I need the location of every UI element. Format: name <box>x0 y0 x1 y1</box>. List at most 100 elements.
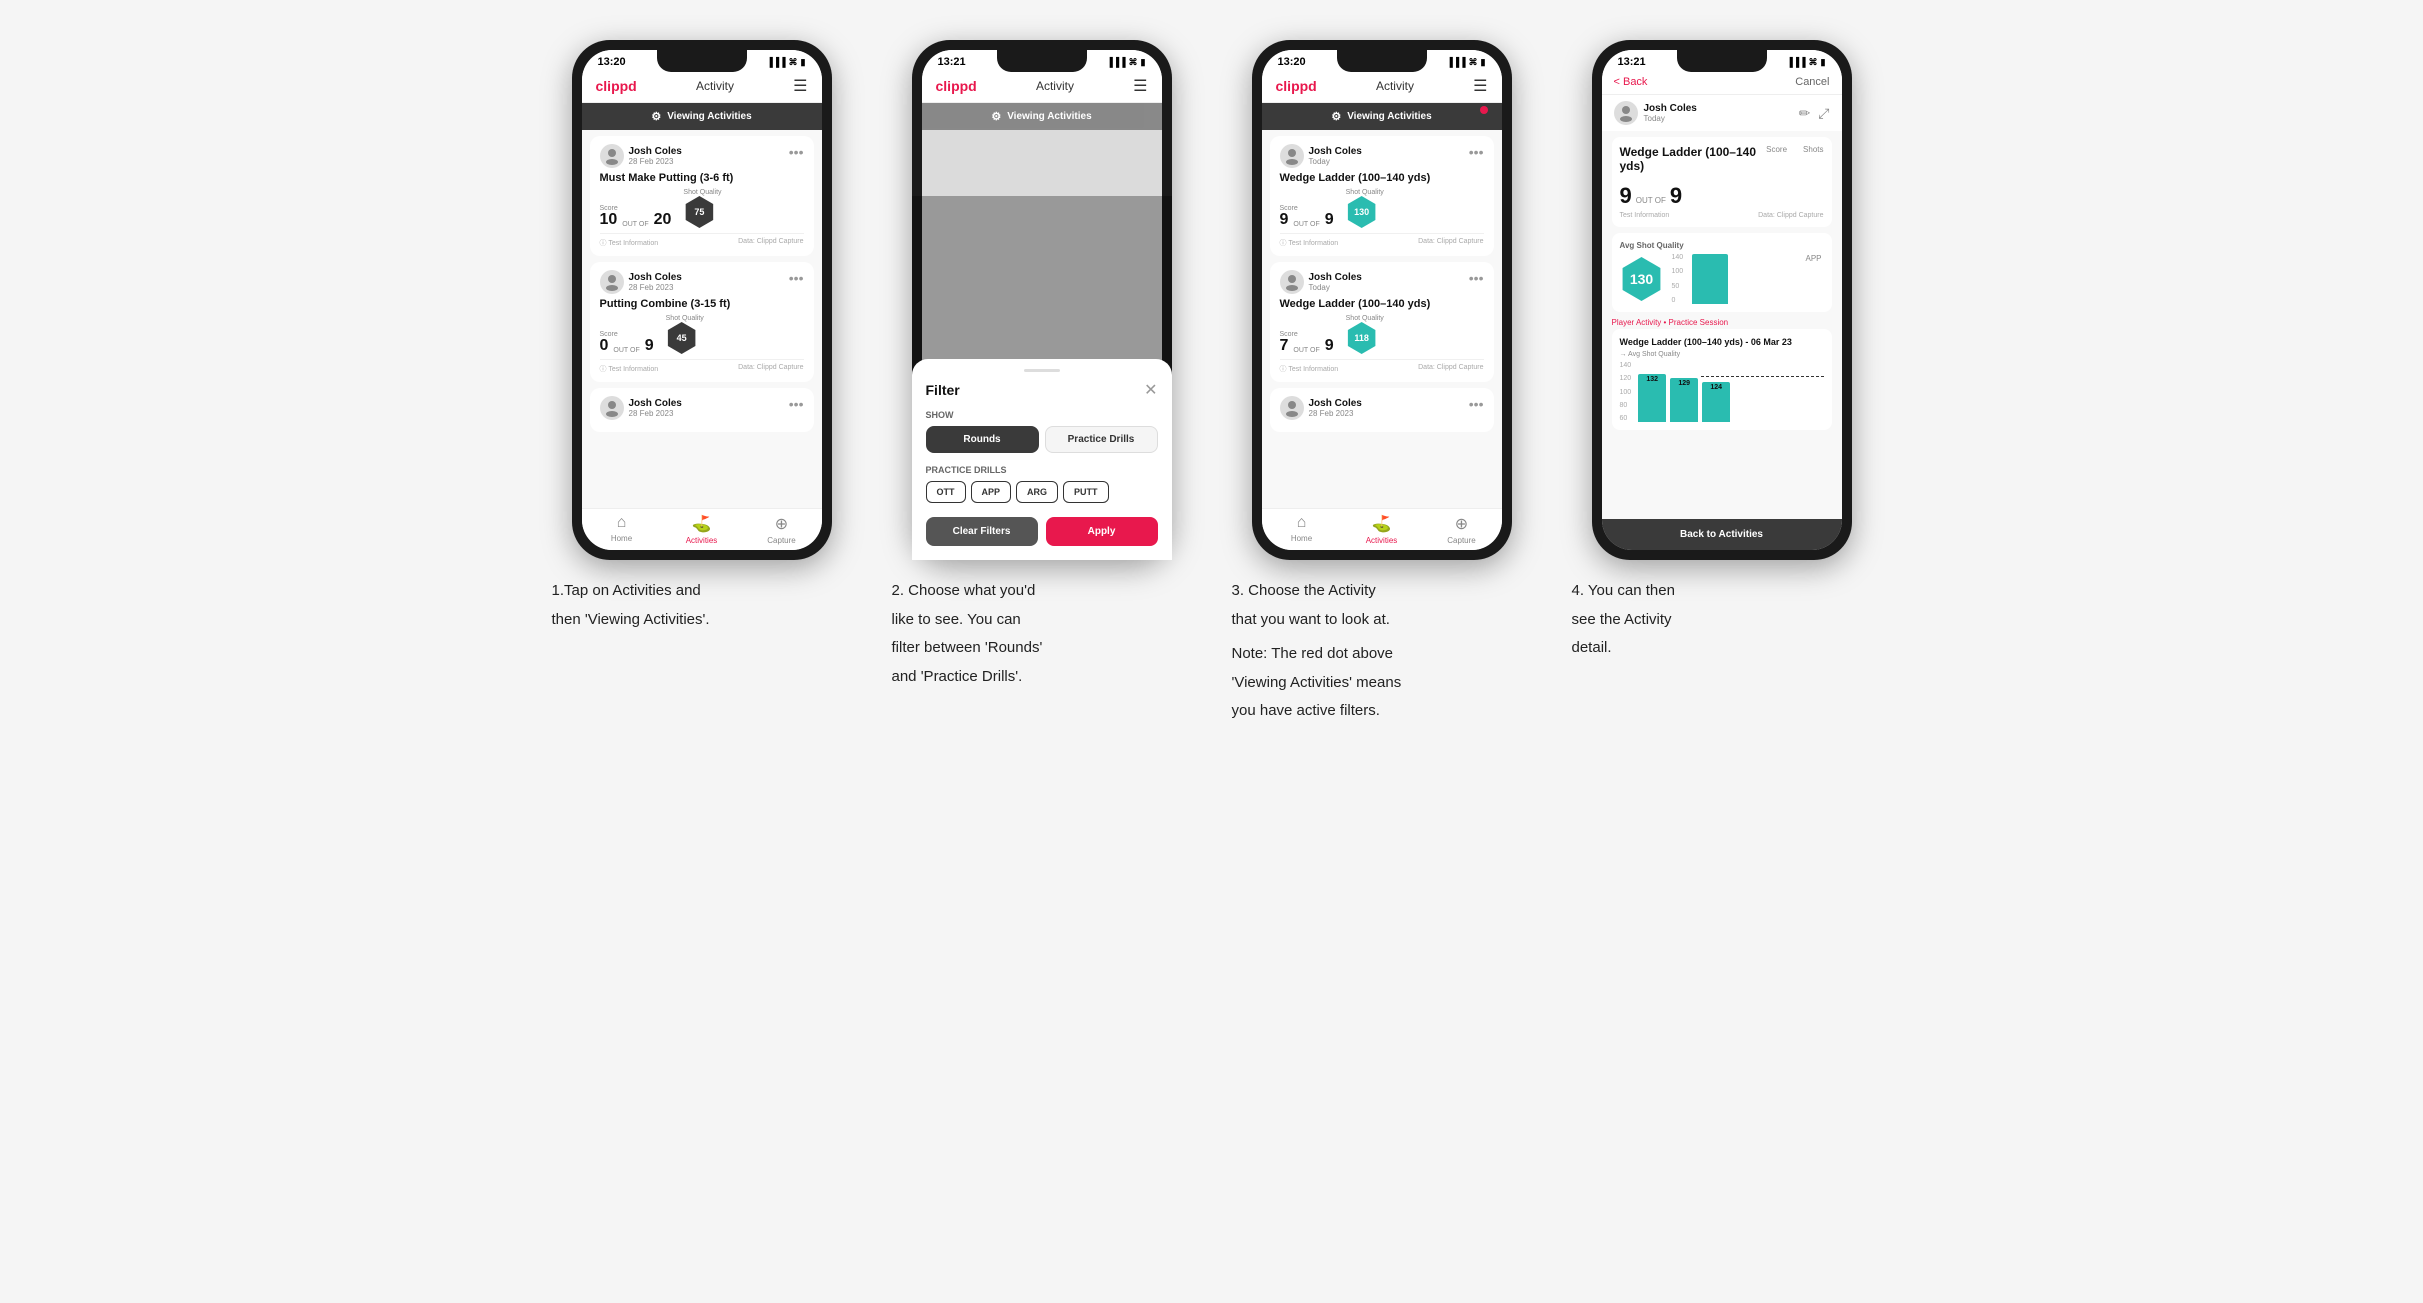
card-menu-3-3[interactable]: ••• <box>1469 396 1484 412</box>
modal-handle <box>1024 369 1060 372</box>
nav-capture-1[interactable]: ⊕ Capture <box>742 514 822 545</box>
time-3: 13:20 <box>1278 56 1306 68</box>
menu-icon-2[interactable]: ☰ <box>1133 76 1147 96</box>
user-date-4: Today <box>1644 114 1697 123</box>
modal-title: Filter <box>926 382 960 398</box>
drill-app[interactable]: APP <box>971 481 1012 503</box>
nav-capture-3[interactable]: ⊕ Capture <box>1422 514 1502 545</box>
apply-btn[interactable]: Apply <box>1046 517 1158 546</box>
step-1-line-2: then 'Viewing Activities'. <box>552 609 852 632</box>
drills-toggle[interactable]: Practice Drills <box>1045 426 1158 453</box>
step-3-column: 13:20 ▐▐▐ ⌘ ▮ clippd Activity ☰ ⚙ View <box>1232 40 1532 729</box>
out-of-1-2: OUT OF <box>613 347 639 354</box>
step-2-column: 13:21 ▐▐▐ ⌘ ▮ clippd Activity ☰ ⚙ View <box>892 40 1192 729</box>
bar-3-4: 124 <box>1702 382 1730 422</box>
drill-putt[interactable]: PUTT <box>1063 481 1109 503</box>
nav-activities-label-3: Activities <box>1366 536 1398 545</box>
card-data-3-1: Data: Clippd Capture <box>1418 238 1483 248</box>
nav-activities-1[interactable]: ⛳ Activities <box>662 514 742 545</box>
user-date-3-2: Today <box>1309 283 1362 292</box>
score-value-row-4: 9 OUT OF 9 <box>1620 183 1824 209</box>
activity-title-col-4: Wedge Ladder (100–140 yds) <box>1620 145 1767 179</box>
card-info-3-1: ⓘ Test Information <box>1280 238 1339 248</box>
app-header-2: clippd Activity ☰ <box>922 70 1162 103</box>
card-stats-3-2: Score 7 OUT OF 9 Shot Quality 118 <box>1280 315 1484 354</box>
nav-capture-label-3: Capture <box>1447 536 1475 545</box>
card-stats-3-1: Score 9 OUT OF 9 Shot Quality 130 <box>1280 189 1484 228</box>
detail-header-4: < Back Cancel <box>1602 70 1842 95</box>
cancel-btn-4[interactable]: Cancel <box>1795 76 1829 88</box>
step-1-column: 13:20 ▐▐▐ ⌘ ▮ clippd Activity ☰ ⚙ View <box>552 40 852 729</box>
menu-icon-3[interactable]: ☰ <box>1473 76 1487 96</box>
edit-icon-4[interactable]: ✏ <box>1799 105 1811 122</box>
expand-icon-4[interactable]: ⤢ <box>1818 105 1829 122</box>
quality-badge-3-1: 130 <box>1346 196 1378 228</box>
phone-2-inner: 13:21 ▐▐▐ ⌘ ▮ clippd Activity ☰ ⚙ View <box>922 50 1162 550</box>
step-3-note-1: Note: The red dot above <box>1232 643 1532 666</box>
viewing-banner-2: ⚙ Viewing Activities <box>922 103 1162 130</box>
score-group-3-2: Score 7 OUT OF 9 <box>1280 331 1334 354</box>
modal-close-btn[interactable]: ✕ <box>1144 380 1157 400</box>
card-title-3-2: Wedge Ladder (100–140 yds) <box>1280 298 1484 310</box>
app-title-2: Activity <box>1036 79 1074 93</box>
back-to-activities-btn-4[interactable]: Back to Activities <box>1602 519 1842 550</box>
phone-2: 13:21 ▐▐▐ ⌘ ▮ clippd Activity ☰ ⚙ View <box>912 40 1172 560</box>
card-menu-1-2[interactable]: ••• <box>789 270 804 286</box>
filter-modal: Filter ✕ Show Rounds Practice Drills Pra… <box>922 359 1162 550</box>
activity-card-3-2[interactable]: Josh Coles Today ••• Wedge Ladder (100–1… <box>1270 262 1494 382</box>
quality-big-badge-4: 130 <box>1620 257 1664 301</box>
step-2-line-4: and 'Practice Drills'. <box>892 666 1192 689</box>
user-date-3-1: Today <box>1309 157 1362 166</box>
activity-card-1-2[interactable]: Josh Coles 28 Feb 2023 ••• Putting Combi… <box>590 262 814 382</box>
step-4-line-1: 4. You can then <box>1572 580 1872 603</box>
nav-activities-3[interactable]: ⛳ Activities <box>1342 514 1422 545</box>
viewing-banner-1[interactable]: ⚙ Viewing Activities <box>582 103 822 130</box>
drill-arg[interactable]: ARG <box>1016 481 1058 503</box>
nav-home-1[interactable]: ⌂ Home <box>582 514 662 545</box>
viewing-banner-label-1: Viewing Activities <box>667 111 751 122</box>
notch-3 <box>1337 50 1427 72</box>
step-4-column: 13:21 ▐▐▐ ⌘ ▮ < Back Cancel <box>1572 40 1872 729</box>
notch-4 <box>1677 50 1767 72</box>
score-row-3-2: 7 OUT OF 9 <box>1280 338 1334 354</box>
card-stats-1-1: Score 10 OUT OF 20 Shot Quality 75 <box>600 189 804 228</box>
player-activity-label-4: Player Activity • Practice Session <box>1612 318 1832 327</box>
card-info-3-2: ⓘ Test Information <box>1280 364 1339 374</box>
quality-label-3-1: Shot Quality <box>1346 189 1384 196</box>
card-menu-3-2[interactable]: ••• <box>1469 270 1484 286</box>
card-menu-1-3[interactable]: ••• <box>789 396 804 412</box>
time-1: 13:20 <box>598 56 626 68</box>
score-row-1-2: 0 OUT OF 9 <box>600 338 654 354</box>
activity-card-1-1[interactable]: Josh Coles 28 Feb 2023 ••• Must Make Put… <box>590 136 814 256</box>
app-logo-2: clippd <box>936 78 977 94</box>
card-stats-1-2: Score 0 OUT OF 9 Shot Quality 45 <box>600 315 804 354</box>
bar-y-axis-4: 140 120 100 80 60 <box>1620 362 1632 422</box>
drill-ott[interactable]: OTT <box>926 481 966 503</box>
card-footer-3-2: ⓘ Test Information Data: Clippd Capture <box>1280 359 1484 374</box>
card-menu-3-1[interactable]: ••• <box>1469 144 1484 160</box>
activity-card-3-1[interactable]: Josh Coles Today ••• Wedge Ladder (100–1… <box>1270 136 1494 256</box>
show-label: Show <box>926 410 1158 420</box>
clear-filters-btn[interactable]: Clear Filters <box>926 517 1038 546</box>
out-of-3-2: OUT OF <box>1293 347 1319 354</box>
menu-icon-1[interactable]: ☰ <box>793 76 807 96</box>
nav-home-3[interactable]: ⌂ Home <box>1262 514 1342 545</box>
activity-card-3-3[interactable]: Josh Coles 28 Feb 2023 ••• <box>1270 388 1494 432</box>
user-name-date-4: Josh Coles Today <box>1644 103 1697 123</box>
wifi-icon: ⌘ <box>789 57 798 68</box>
shots-val-3-2: 9 <box>1325 338 1334 354</box>
step-3-line-1: 3. Choose the Activity <box>1232 580 1532 603</box>
activity-card-1-3[interactable]: Josh Coles 28 Feb 2023 ••• <box>590 388 814 432</box>
quality-label-3-2: Shot Quality <box>1346 315 1384 322</box>
home-icon-3: ⌂ <box>1297 514 1307 532</box>
quality-group-1-1: Shot Quality 75 <box>683 189 721 228</box>
rounds-toggle[interactable]: Rounds <box>926 426 1039 453</box>
battery-icon-3: ▮ <box>1481 57 1486 68</box>
viewing-banner-3[interactable]: ⚙ Viewing Activities <box>1262 103 1502 130</box>
card-menu-1-1[interactable]: ••• <box>789 144 804 160</box>
y-60: 60 <box>1620 415 1632 422</box>
score-top-row-4: Wedge Ladder (100–140 yds) Score Shots <box>1620 145 1824 179</box>
card-data-3-2: Data: Clippd Capture <box>1418 364 1483 374</box>
back-btn-4[interactable]: < Back <box>1614 76 1648 88</box>
activity-list-1: Josh Coles 28 Feb 2023 ••• Must Make Put… <box>582 130 822 508</box>
